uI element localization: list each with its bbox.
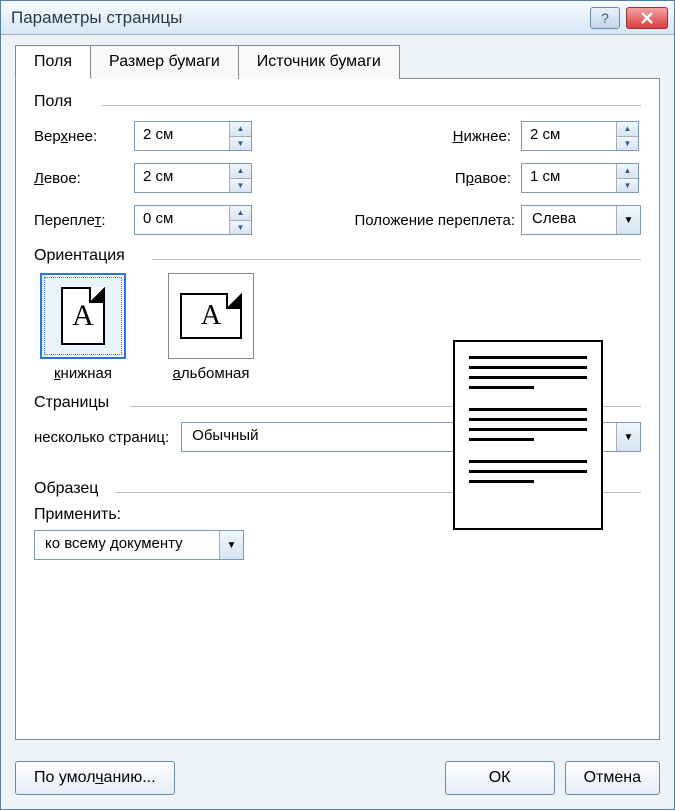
close-icon <box>640 12 654 24</box>
group-sample: Образец Применить: ко всему документу ▼ <box>34 480 641 560</box>
input-right-margin[interactable]: 1 см ▲▼ <box>521 163 639 193</box>
cancel-button[interactable]: Отмена <box>565 761 660 795</box>
spin-up-icon[interactable]: ▲ <box>230 206 251 220</box>
input-top-margin[interactable]: 2 см ▲▼ <box>134 121 252 151</box>
tab-strip: Поля Размер бумаги Источник бумаги <box>15 45 660 79</box>
window-title: Параметры страницы <box>11 8 590 28</box>
default-button[interactable]: По умолчанию... <box>15 761 175 795</box>
dialog-footer: По умолчанию... ОК Отмена <box>15 761 660 795</box>
orientation-landscape[interactable]: A альбомная <box>168 273 254 382</box>
group-margins-label: Поля <box>34 93 641 111</box>
label-left-margin: Левое: <box>34 170 134 187</box>
select-apply-to[interactable]: ко всему документу ▼ <box>34 530 244 560</box>
spin-up-icon[interactable]: ▲ <box>617 164 638 178</box>
portrait-icon: A <box>40 273 126 359</box>
label-top-margin: Верхнее: <box>34 128 134 145</box>
spin-down-icon[interactable]: ▼ <box>230 220 251 235</box>
help-button[interactable]: ? <box>590 7 620 29</box>
chevron-down-icon: ▼ <box>616 206 640 234</box>
spin-up-icon[interactable]: ▲ <box>230 122 251 136</box>
tab-fields[interactable]: Поля <box>15 45 91 79</box>
label-gutter-position: Положение переплета: <box>321 212 521 229</box>
tab-pane-fields: Поля Верхнее: 2 см ▲▼ Нижнее: 2 см ▲▼ Ле… <box>15 78 660 740</box>
input-bottom-margin[interactable]: 2 см ▲▼ <box>521 121 639 151</box>
orientation-portrait[interactable]: A книжная <box>40 273 126 382</box>
label-right-margin: Правое: <box>371 170 521 187</box>
orientation-portrait-label: книжная <box>40 365 126 382</box>
close-button[interactable] <box>626 7 668 29</box>
label-gutter: Переплет: <box>34 212 134 229</box>
orientation-landscape-label: альбомная <box>168 365 254 382</box>
chevron-down-icon: ▼ <box>219 531 243 559</box>
titlebar: Параметры страницы ? <box>1 1 674 35</box>
spin-up-icon[interactable]: ▲ <box>230 164 251 178</box>
tab-paper-size[interactable]: Размер бумаги <box>90 45 239 79</box>
spin-down-icon[interactable]: ▼ <box>617 178 638 193</box>
input-gutter[interactable]: 0 см ▲▼ <box>134 205 252 235</box>
label-apply-to: Применить: <box>34 506 244 524</box>
page-preview <box>453 340 603 530</box>
spin-down-icon[interactable]: ▼ <box>230 178 251 193</box>
tab-paper-source[interactable]: Источник бумаги <box>238 45 400 79</box>
label-multiple-pages: несколько страниц: <box>34 429 169 446</box>
dialog-page-setup: Параметры страницы ? Поля Размер бумаги … <box>0 0 675 810</box>
group-orientation-label: Ориентация <box>34 247 641 265</box>
group-margins: Поля Верхнее: 2 см ▲▼ Нижнее: 2 см ▲▼ Ле… <box>34 93 641 235</box>
spin-up-icon[interactable]: ▲ <box>617 122 638 136</box>
input-left-margin[interactable]: 2 см ▲▼ <box>134 163 252 193</box>
chevron-down-icon: ▼ <box>616 423 640 451</box>
client-area: Поля Размер бумаги Источник бумаги Поля … <box>1 35 674 809</box>
spin-down-icon[interactable]: ▼ <box>230 136 251 151</box>
select-gutter-position[interactable]: Слева ▼ <box>521 205 641 235</box>
label-bottom-margin: Нижнее: <box>371 128 521 145</box>
spin-down-icon[interactable]: ▼ <box>617 136 638 151</box>
landscape-icon: A <box>168 273 254 359</box>
ok-button[interactable]: ОК <box>445 761 555 795</box>
